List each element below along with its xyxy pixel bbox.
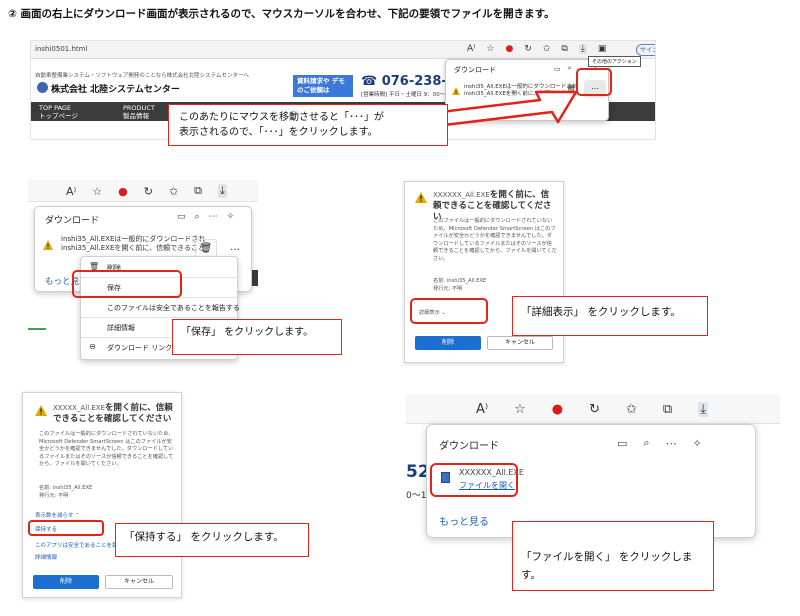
sidebar-icon[interactable]: ▣: [598, 44, 607, 54]
menu-details[interactable]: 詳細情報: [107, 323, 135, 333]
cancel-button[interactable]: キャンセル: [105, 575, 173, 589]
pin-icon[interactable]: ✧: [227, 212, 235, 222]
instruction-heading: ② 画面の右上にダウンロード画面が表示されるので、マウスカーソルを合わせ、下記の…: [8, 8, 555, 20]
download-header-icons: ▭ ⌕ ⋯ ✧: [617, 436, 702, 450]
delete-button[interactable]: 削除: [33, 575, 99, 589]
highlight-keep: [72, 270, 182, 298]
download-title: ダウンロード: [454, 66, 496, 74]
nav-top-page-en: TOP PAGE: [39, 104, 72, 112]
dialog-publisher: 発行元: 不明: [39, 493, 69, 499]
pin-icon[interactable]: ✧: [693, 437, 702, 450]
collections-icon[interactable]: ⧉: [663, 402, 672, 417]
dialog-title: XXXXX_All.EXEを開く前に、信頼できることを確認してください: [53, 403, 177, 425]
callout-step-1: このあたりにマウスを移動させると「･･･」が 表示されるので、「･･･」をクリッ…: [168, 104, 448, 146]
request-docs-button[interactable]: 資料請求や デモのご依頼は: [293, 75, 353, 97]
search-icon[interactable]: ⌕: [568, 64, 572, 73]
nav-product-ja: 製品情報: [123, 112, 149, 120]
favorites-icon[interactable]: ✩: [169, 185, 178, 198]
smartscreen-dialog-expanded: XXXXX_All.EXEを開く前に、信頼できることを確認してください このファ…: [22, 392, 182, 598]
callout-step-5: 「ファイルを開く」 をクリックします。: [512, 521, 714, 591]
callout-step-4: 「保持する」 をクリックします。: [115, 523, 309, 557]
nav-top-page-ja: トップページ: [39, 112, 78, 120]
download-icon[interactable]: ⤓: [218, 184, 227, 198]
extension-icon[interactable]: ●: [118, 185, 128, 198]
more-actions-tooltip: その他のアクション: [588, 56, 641, 67]
dialog-publisher: 発行元: 不明: [433, 286, 463, 292]
download-item-text[interactable]: inshi35_All.EXEは一般的にダウンロードされ inshi35_All…: [61, 235, 205, 253]
warning-icon: [43, 240, 53, 250]
download-icon[interactable]: ⤓: [698, 402, 708, 417]
chevron-up-icon: ⌃: [75, 513, 80, 519]
link-icon: ⊖: [89, 342, 96, 351]
download-header-icons: ▭ ⌕ ⋯ ✧: [177, 212, 234, 222]
dialog-body: このファイルは一般的にダウンロードされていないため、Microsoft Defe…: [39, 431, 174, 467]
company-name: 株式会社 北陸システムセンター: [51, 85, 180, 95]
highlight-show-details: [410, 298, 488, 324]
show-less-label: 表示数を減らす: [35, 513, 74, 519]
read-aloud-icon[interactable]: A⁾: [476, 402, 488, 417]
folder-icon[interactable]: ▭: [617, 437, 627, 450]
favorite-star-icon[interactable]: ☆: [514, 402, 526, 417]
toolbar-icons: A⁾ ☆ ● ↻ ✩ ⧉ ⤓: [66, 184, 227, 198]
download-line-1: inshi35_All.EXEは一般的にダウンロードされ: [61, 235, 206, 243]
search-icon[interactable]: ⌕: [643, 436, 649, 450]
folder-icon[interactable]: ▭: [554, 65, 561, 73]
favorite-star-icon[interactable]: ☆: [92, 185, 102, 198]
collections-icon[interactable]: ⧉: [194, 184, 202, 198]
refresh-extension-icon[interactable]: ↻: [589, 402, 600, 417]
menu-separator: [81, 317, 239, 318]
toolbar-icons: A⁾ ☆ ● ↻ ✩ ⧉ ⤓ ▣: [467, 44, 606, 54]
nav-product-en: PRODUCT: [123, 104, 155, 112]
show-more-link[interactable]: もっと見る: [439, 513, 489, 528]
refresh-extension-icon[interactable]: ↻: [524, 44, 532, 54]
favorite-star-icon[interactable]: ☆: [486, 44, 494, 54]
collections-icon[interactable]: ⧉: [561, 44, 567, 54]
dialog-filename: 名前: inshi35_All.EXE: [433, 278, 487, 284]
callout-step-2: 「保存」 をクリックします。: [172, 319, 342, 355]
nav-product[interactable]: PRODUCT 製品情報: [123, 104, 155, 120]
toolbar-icons: A⁾ ☆ ● ↻ ✩ ⧉ ⤓: [476, 402, 708, 417]
favorites-icon[interactable]: ✩: [626, 402, 637, 417]
favorites-icon[interactable]: ✩: [543, 44, 551, 54]
hours-fragment: 0～1: [406, 491, 427, 501]
warning-icon: [415, 192, 427, 203]
download-title: ダウンロード: [45, 216, 100, 226]
details-link[interactable]: 詳細情報: [35, 553, 57, 561]
more-icon[interactable]: ⋯: [209, 212, 218, 222]
dialog-filename: 名前: inshi35_All.EXE: [39, 485, 93, 491]
download-icon[interactable]: ⤓: [578, 44, 587, 54]
cancel-button[interactable]: キャンセル: [487, 336, 553, 350]
download-title: ダウンロード: [439, 441, 499, 452]
highlight-keep-link: [28, 520, 104, 536]
callout-step-3: 「詳細表示」 をクリックします。: [512, 296, 708, 336]
warning-icon: [35, 405, 47, 416]
highlight-more-button: [576, 68, 612, 96]
folder-icon[interactable]: ▭: [177, 212, 186, 222]
more-icon[interactable]: ⋯: [666, 437, 677, 450]
dialog-body: このファイルは一般的にダウンロードされていないため、Microsoft Defe…: [433, 218, 557, 262]
refresh-extension-icon[interactable]: ↻: [144, 185, 153, 198]
nav-top-page[interactable]: TOP PAGE トップページ: [39, 104, 78, 120]
menu-report-safe[interactable]: このファイルは安全であることを報告する: [107, 303, 240, 313]
dialog-title-filename: XXXXX_All.EXE: [53, 404, 106, 412]
signin-button[interactable]: サイン: [636, 44, 655, 56]
dialog-title-filename: XXXXXX_All.EXE: [433, 191, 490, 199]
site-tagline: 自動車整備業システム・ソフトウェア開発のことなら株式会社北陸システムセンターへ: [35, 73, 250, 79]
show-less-toggle[interactable]: 表示数を減らす ⌃: [35, 511, 80, 519]
extension-icon[interactable]: ●: [505, 44, 513, 54]
search-icon[interactable]: ⌕: [195, 212, 200, 222]
delete-button[interactable]: 削除: [415, 336, 481, 350]
highlight-open-file: [430, 463, 518, 497]
read-aloud-icon[interactable]: A⁾: [66, 185, 76, 198]
download-line-2: inshi35_All.EXEを開く前に、信頼できること: [61, 244, 206, 252]
green-accent-line: [28, 328, 46, 330]
address-bar-url[interactable]: inshi0501.html: [35, 45, 87, 53]
extension-icon[interactable]: ●: [552, 402, 563, 417]
read-aloud-icon[interactable]: A⁾: [467, 44, 475, 54]
company-logo-icon: [37, 82, 48, 93]
